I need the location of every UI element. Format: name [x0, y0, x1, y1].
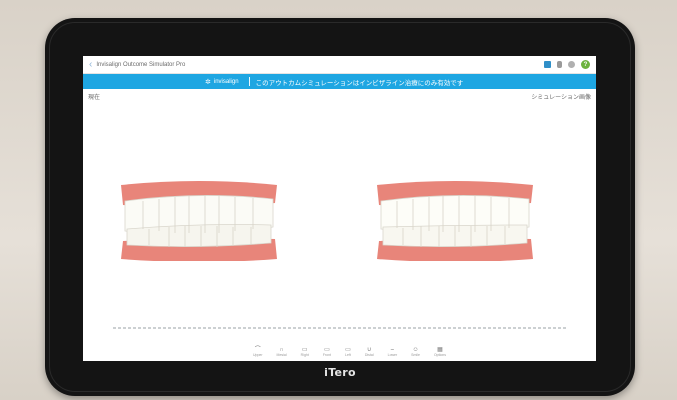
tool-label: Front [322, 352, 332, 357]
tool-left[interactable]: ▭ Left [345, 347, 351, 358]
right-icon: ▭ [301, 346, 308, 353]
camera-icon[interactable] [544, 61, 551, 68]
itero-logo: iTero [324, 366, 356, 379]
screen: ‹ Invisalign Outcome Simulator Pro ? ✲ i… [83, 56, 596, 361]
tool-front[interactable]: ▭ Front [323, 347, 331, 358]
view-toolbar: ⌒ Upper ∩ Mesial ▭ Right ▭ Front ▭ Left … [253, 347, 446, 358]
banner-message: このアウトカムシミュレーションはインビザライン治療にのみ有効です [255, 79, 464, 87]
mesial-icon: ∩ [279, 346, 284, 353]
tool-right[interactable]: ▭ Right [301, 347, 309, 358]
tool-label: Distal [364, 352, 374, 357]
app-bar: ‹ Invisalign Outcome Simulator Pro ? [83, 56, 596, 74]
tool-mesial[interactable]: ∩ Mesial [277, 347, 287, 358]
tool-lower[interactable]: ⌣ Lower [388, 347, 398, 358]
trash-icon[interactable] [557, 61, 562, 68]
invisalign-logo-icon: ✲ [205, 78, 211, 86]
tool-label: Upper [253, 352, 263, 357]
notice-banner: ✲ invisalign このアウトカムシミュレーションはインビザライン治療にの… [83, 74, 596, 89]
app-title: Invisalign Outcome Simulator Pro [96, 61, 186, 68]
help-icon[interactable]: ? [581, 60, 590, 69]
current-teeth-model[interactable] [119, 181, 279, 261]
tool-smile[interactable]: ☺ Smile [411, 347, 420, 358]
simulation-label: シミュレーション画像 [531, 95, 591, 101]
back-icon[interactable]: ‹ [89, 59, 92, 70]
smile-icon: ☺ [412, 346, 419, 353]
current-label: 現在 [88, 95, 101, 101]
tool-label: Smile [411, 352, 420, 357]
tool-label: Lower [387, 352, 398, 357]
tool-upper[interactable]: ⌒ Upper [253, 347, 263, 358]
tool-distal[interactable]: ∪ Distal [365, 347, 374, 358]
invisalign-logo: invisalign [213, 78, 239, 85]
teeth-comparison [83, 181, 596, 261]
tool-label: Mesial [276, 352, 287, 357]
upper-jaw-icon: ⌒ [254, 346, 261, 353]
options-icon: ▦ [437, 346, 443, 353]
lower-jaw-icon: ⌣ [390, 346, 395, 353]
simulated-teeth-model[interactable] [375, 181, 535, 261]
panel-labels: 現在 シミュレーション画像 [83, 89, 596, 104]
tool-label: Options [433, 352, 446, 357]
disclaimer-text [113, 327, 566, 329]
gear-icon[interactable] [568, 61, 575, 68]
banner-divider [248, 77, 250, 86]
front-icon: ▭ [324, 346, 330, 353]
distal-icon: ∪ [367, 346, 372, 353]
left-icon: ▭ [345, 346, 351, 353]
tool-label: Right [300, 352, 309, 357]
tool-label: Left [345, 352, 351, 357]
app-bar-actions: ? [544, 60, 590, 69]
tablet-frame: ‹ Invisalign Outcome Simulator Pro ? ✲ i… [45, 18, 635, 396]
tool-options[interactable]: ▦ Options [434, 347, 446, 358]
